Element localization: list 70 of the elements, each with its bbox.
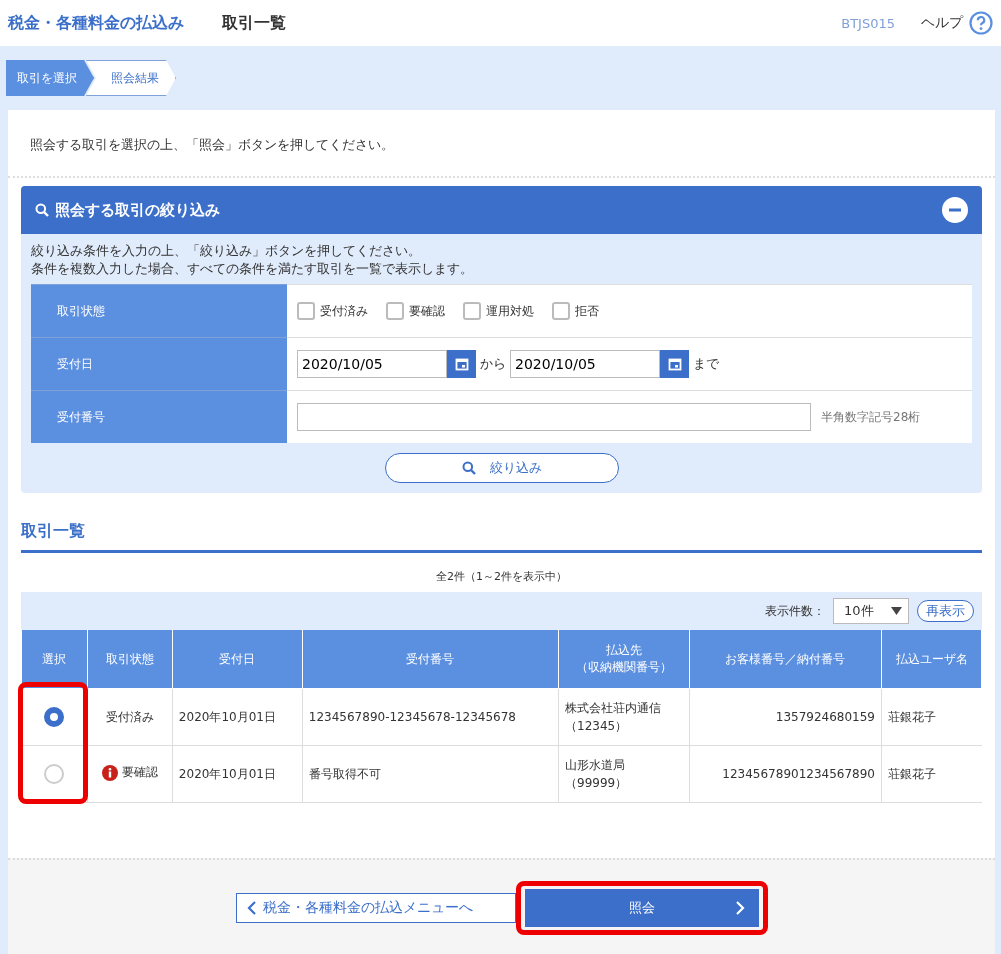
column-header: 払込先 xyxy=(604,642,643,659)
calendar-button[interactable] xyxy=(447,350,476,378)
radio-button[interactable] xyxy=(44,707,65,727)
filter-title: 照会する取引の絞り込み xyxy=(55,200,221,220)
table-cell: 2020年10月01日 xyxy=(172,688,303,746)
help-link[interactable]: ヘルプ xyxy=(921,14,963,32)
calendar-icon xyxy=(454,357,469,371)
service-title: 税金・各種料金の払込み xyxy=(8,12,184,34)
page-size-select[interactable]: 10件 xyxy=(833,598,909,624)
table-cell: 荘銀花子 xyxy=(881,745,982,803)
checkbox[interactable] xyxy=(463,302,481,320)
caret-icon xyxy=(891,607,902,615)
table-cell: 荘銀花子 xyxy=(881,688,982,746)
payee-name: 株式会社荘内通信 xyxy=(565,700,663,717)
checkbox-label: 受付済み xyxy=(320,302,368,320)
column-header: お客様番号／納付番号 xyxy=(724,650,847,668)
status-text: 要確認 xyxy=(121,764,158,782)
range-text: まで xyxy=(693,355,719,373)
screen-id: BTJS015 xyxy=(841,15,895,31)
column-header: 払込ユーザ名 xyxy=(894,650,969,668)
field-label: 取引状態 xyxy=(31,284,287,338)
field-label: 受付番号 xyxy=(31,390,287,443)
payee-code: （12345） xyxy=(565,718,629,735)
filter-button[interactable]: 絞り込み xyxy=(384,453,619,483)
hint-text: 半角数字記号28桁 xyxy=(821,408,921,426)
payee-name: 山形水道局 xyxy=(565,757,627,774)
note-text: 絞り込み条件を入力の上、「絞り込み」ボタンを押してください。 xyxy=(31,242,422,260)
table-cell: 1234567890-12345678-12345678 xyxy=(302,688,559,746)
column-header: 選択 xyxy=(41,650,68,668)
range-text: から xyxy=(480,355,506,373)
payee-code: （99999） xyxy=(565,775,629,792)
help-icon xyxy=(969,11,993,35)
instruction-text: 照会する取引を選択の上、「照会」ボタンを押してください。 xyxy=(8,110,995,178)
calendar-icon xyxy=(667,357,682,371)
checkbox[interactable] xyxy=(386,302,404,320)
column-header: （収納機関番号） xyxy=(574,659,673,676)
table-cell: 1357924680159 xyxy=(689,688,882,746)
step-indicator: 照会結果 xyxy=(86,60,176,96)
date-field[interactable]: 2020/10/05 xyxy=(297,350,447,378)
checkbox-label: 要確認 xyxy=(409,302,445,320)
column-header: 取引状態 xyxy=(104,650,155,668)
chevron-right-icon xyxy=(734,901,745,915)
page-title: 取引一覧 xyxy=(222,12,287,34)
checkbox[interactable] xyxy=(297,302,315,320)
column-header: 受付日 xyxy=(218,650,257,668)
checkbox-label: 運用対処 xyxy=(486,302,534,320)
note-text: 条件を複数入力した場合、すべての条件を満たす取引を一覧で表示します。 xyxy=(31,260,474,278)
section-title: 取引一覧 xyxy=(21,521,982,553)
page-size-label: 表示件数： xyxy=(765,602,825,620)
column-header: 受付番号 xyxy=(405,650,456,668)
minus-icon xyxy=(949,208,961,212)
chevron-left-icon xyxy=(246,901,257,915)
back-button[interactable]: 税金・各種料金の払込メニューへ xyxy=(235,893,516,923)
table-cell: 2020年10月01日 xyxy=(172,745,303,803)
table-cell: 12345678901234567890 xyxy=(689,745,882,803)
search-icon xyxy=(35,203,49,217)
step-indicator: 取引を選択 xyxy=(6,60,94,96)
result-count: 全2件（1～2件を表示中） xyxy=(435,569,568,585)
calendar-button[interactable] xyxy=(660,350,689,378)
checkbox-label: 拒否 xyxy=(575,302,599,320)
submit-button[interactable]: 照会 xyxy=(524,889,759,927)
checkbox[interactable] xyxy=(552,302,570,320)
date-field[interactable]: 2020/10/05 xyxy=(510,350,660,378)
collapse-button[interactable] xyxy=(942,197,968,223)
refresh-button[interactable]: 再表示 xyxy=(917,600,974,622)
text-field[interactable] xyxy=(297,403,811,431)
status-text: 受付済み xyxy=(105,708,154,726)
field-label: 受付日 xyxy=(31,337,287,391)
table-cell: 番号取得不可 xyxy=(302,745,559,803)
search-icon xyxy=(461,461,476,475)
